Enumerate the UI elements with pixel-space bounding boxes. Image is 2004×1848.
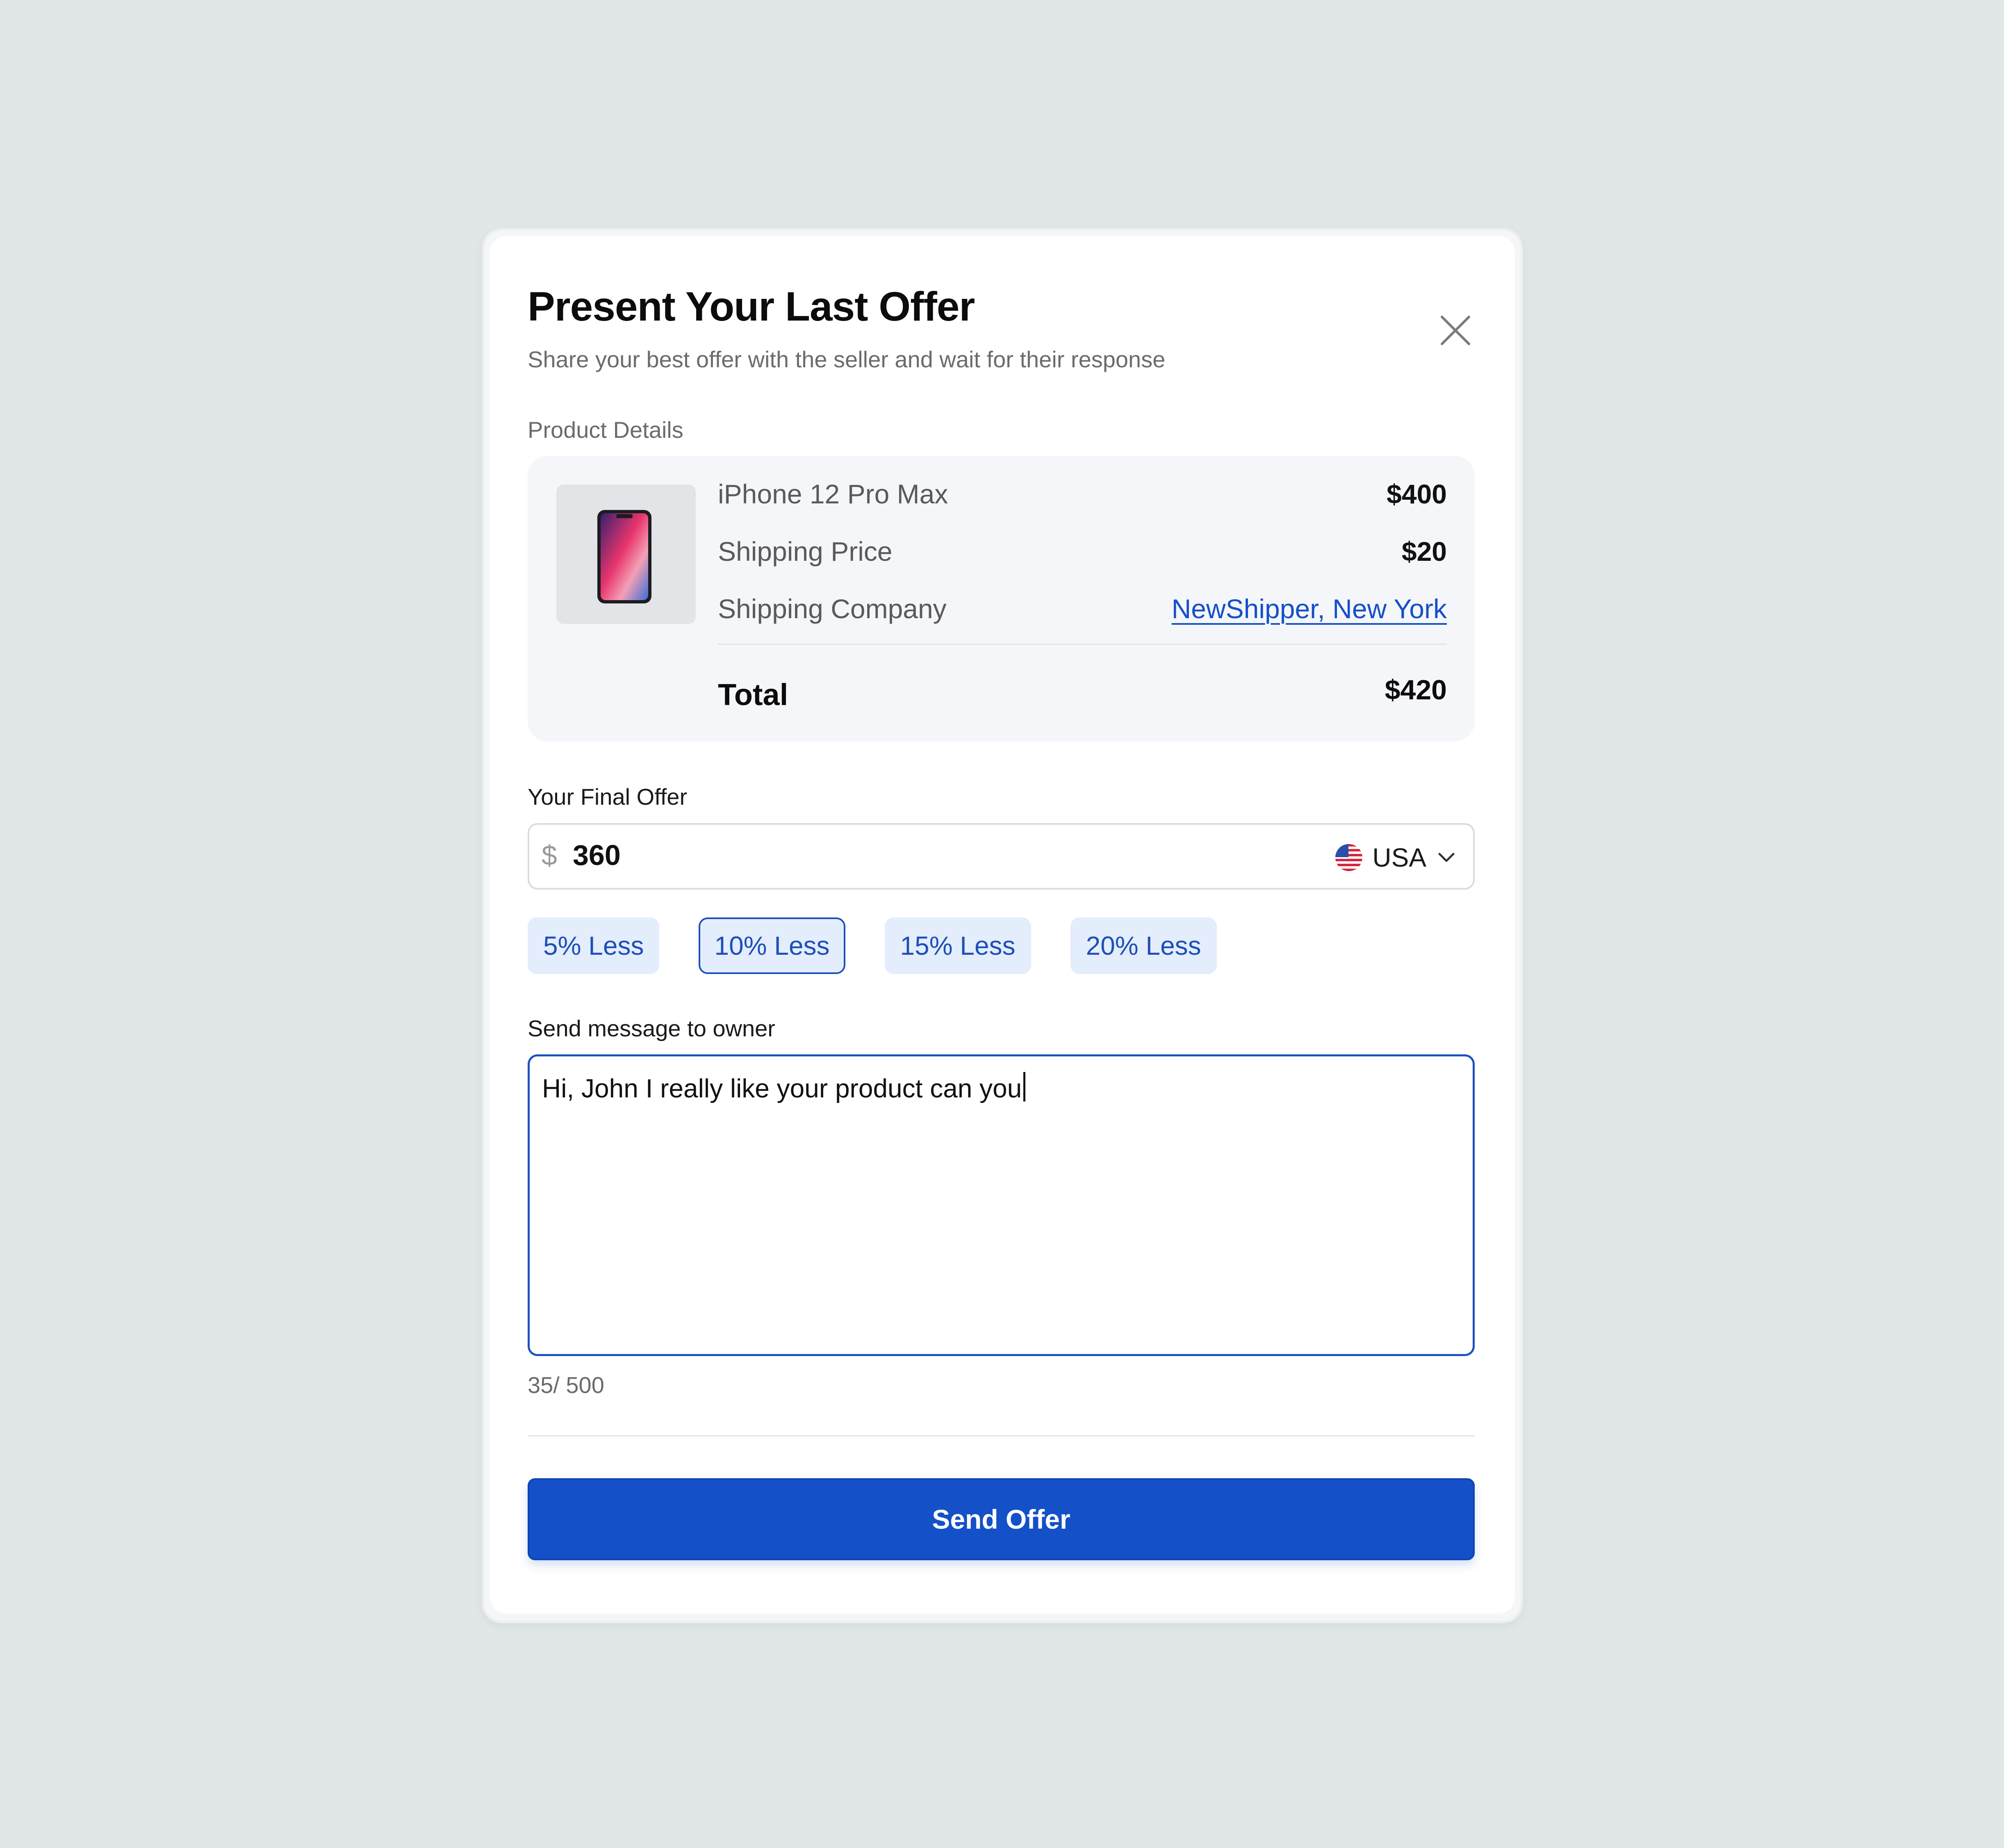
discount-chips: 5% Less 10% Less 15% Less 20% Less (528, 917, 1217, 974)
currency-symbol: $ (542, 840, 557, 871)
product-price: $400 (1387, 479, 1447, 509)
chevron-down-icon (1438, 853, 1455, 862)
text-caret (1023, 1072, 1026, 1102)
product-image (556, 485, 696, 624)
message-text: Hi, John I really like your product can … (542, 1074, 1022, 1103)
send-offer-button[interactable]: Send Offer (528, 1478, 1475, 1560)
footer-divider (528, 1435, 1475, 1436)
offer-modal: Present Your Last Offer Share your best … (490, 236, 1515, 1614)
shipping-price-value: $20 (1401, 536, 1447, 567)
message-label: Send message to owner (528, 1015, 775, 1041)
offer-value[interactable]: 360 (573, 839, 621, 872)
chip-10-less[interactable]: 10% Less (699, 917, 845, 974)
modal-title: Present Your Last Offer (528, 284, 975, 330)
total-label: Total (718, 678, 788, 712)
shipping-company-label: Shipping Company (718, 594, 947, 624)
modal-subtitle: Share your best offer with the seller an… (528, 346, 1166, 372)
character-counter: 35/ 500 (528, 1372, 604, 1398)
close-button[interactable] (1437, 312, 1474, 349)
offer-input[interactable]: $ 360 USA (528, 823, 1475, 890)
phone-icon (556, 485, 696, 624)
country-label: USA (1372, 843, 1426, 872)
final-offer-label: Your Final Offer (528, 784, 688, 810)
chip-5-less[interactable]: 5% Less (528, 917, 660, 974)
chip-15-less[interactable]: 15% Less (884, 917, 1031, 974)
shipping-company-link[interactable]: NewShipper, New York (1172, 593, 1447, 624)
message-textarea[interactable]: Hi, John I really like your product can … (528, 1054, 1475, 1356)
product-card: iPhone 12 Pro Max $400 Shipping Price $2… (528, 456, 1475, 742)
country-select[interactable]: USA (1335, 837, 1457, 878)
total-value: $420 (1385, 674, 1447, 706)
product-details-label: Product Details (528, 417, 683, 443)
chip-20-less[interactable]: 20% Less (1070, 917, 1217, 974)
card-divider (718, 644, 1447, 645)
shipping-price-label: Shipping Price (718, 536, 893, 567)
us-flag-icon (1335, 844, 1363, 871)
product-name: iPhone 12 Pro Max (718, 479, 948, 509)
close-icon (1441, 316, 1470, 345)
